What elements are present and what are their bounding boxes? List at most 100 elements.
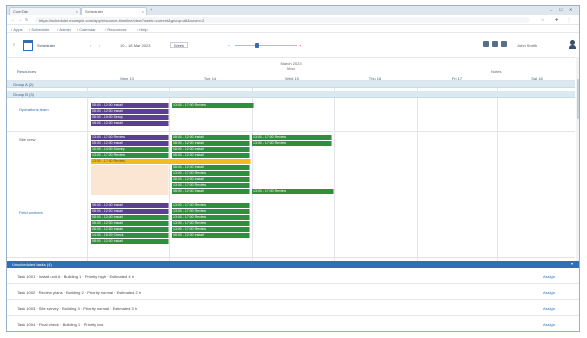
zoom-out-button[interactable]: − <box>228 43 230 48</box>
user-name[interactable]: John Smith <box>517 43 537 48</box>
event-block[interactable]: 13:00 - 17:00 Review <box>252 141 332 146</box>
browser-window: ComTab × Scheduler × + – ☐ ✕ ← → ↻ https… <box>6 5 580 332</box>
event-block[interactable]: 13:00 - 17:00 Review <box>252 189 334 194</box>
event-block[interactable]: 08:00 - 12:00 Install <box>91 103 169 108</box>
event-block[interactable]: 08:00 - 12:00 Install <box>172 141 250 146</box>
event-block[interactable]: 08:00 - 12:00 Install <box>91 109 169 114</box>
event-block[interactable]: 08:00 - 12:00 Install <box>91 203 169 208</box>
event-block[interactable]: 10:00 - 14:00 Survey <box>91 147 169 152</box>
event-block[interactable]: 08:00 - 12:00 Install <box>91 209 169 214</box>
assign-link[interactable]: Assign <box>543 322 555 327</box>
event-block[interactable]: 13:00 - 17:00 Review <box>91 153 169 158</box>
event-block[interactable]: 13:00 - 17:00 Review <box>172 203 250 208</box>
resource-label[interactable]: Site crew <box>19 137 35 142</box>
resource-label[interactable]: Operations team <box>19 107 49 112</box>
zoom-slider[interactable] <box>235 45 297 46</box>
star-icon[interactable]: ☆ <box>541 17 545 22</box>
event-block[interactable]: 08:00 - 12:00 Install <box>172 153 250 158</box>
menu-icon[interactable]: ⋮ <box>567 17 571 22</box>
assign-link[interactable]: Assign <box>543 290 555 295</box>
grid-divider <box>417 81 418 261</box>
event-block[interactable]: 08:00 - 12:00 Install <box>91 239 169 244</box>
event-block[interactable]: 13:00 - 17:00 Review <box>172 227 250 232</box>
browser-tab-first[interactable]: ComTab × <box>9 7 81 15</box>
zoom-in-button[interactable]: + <box>299 43 301 48</box>
user-avatar-icon[interactable] <box>569 40 576 49</box>
timeline-grid: Group A (2) Group B (3) Operations team … <box>7 81 575 261</box>
minimize-button[interactable]: – <box>550 7 552 12</box>
view-select[interactable]: Week <box>170 42 189 48</box>
hamburger-icon[interactable]: ≡ <box>13 42 15 47</box>
calendar-icon <box>23 40 33 51</box>
bookmark-item[interactable]: Admin <box>57 27 70 32</box>
forward-icon[interactable]: → <box>18 17 22 22</box>
group-row[interactable]: Group B (3) <box>7 91 575 98</box>
collapse-icon[interactable]: ▾ <box>571 261 573 266</box>
event-block[interactable]: 08:00 - 10:00 Setup <box>91 115 169 120</box>
event-block[interactable]: 08:00 - 12:00 Install <box>91 121 169 126</box>
list-item[interactable]: Task 1004 · Final check · Building 1 · P… <box>7 316 579 331</box>
close-tab-icon[interactable]: × <box>142 9 144 14</box>
url-field[interactable]: https://scheduler.example.com/app/resour… <box>35 17 530 23</box>
group-label: Group B (3) <box>13 92 34 97</box>
list-item[interactable]: Task 1001 · Install unit A · Building 1 … <box>7 268 579 284</box>
reload-icon[interactable]: ↻ <box>25 17 28 22</box>
close-tab-icon[interactable]: × <box>76 9 78 14</box>
unscheduled-panel-header[interactable]: Unscheduled tasks (4) ▾ <box>7 261 579 268</box>
event-block[interactable]: 08:00 - 12:00 Install <box>91 227 169 232</box>
new-tab-button[interactable]: + <box>150 7 152 12</box>
assign-link[interactable]: Assign <box>543 274 555 279</box>
event-block[interactable]: 13:00 - 17:00 Review <box>252 135 332 140</box>
prev-period-button[interactable]: ‹ <box>90 43 91 48</box>
bookmark-item[interactable]: Resources <box>105 27 126 32</box>
list-item[interactable]: Task 1003 · Site survey · Building 3 · P… <box>7 300 579 316</box>
event-block[interactable]: 13:00 - 17:00 Review <box>172 221 250 226</box>
event-block[interactable]: 08:00 - 12:00 Install <box>172 177 250 182</box>
list-item[interactable]: Task 1002 · Review plans · Building 2 · … <box>7 284 579 300</box>
print-icon[interactable] <box>483 41 489 47</box>
browser-tab-active[interactable]: Scheduler × <box>81 7 147 15</box>
maximize-button[interactable]: ☐ <box>559 7 563 12</box>
app-toolbar: ≡ Scheduler ‹ › 10 - 18 Mar 2023 Week − … <box>7 33 579 57</box>
resource-label[interactable]: Field workers <box>19 210 43 215</box>
event-block[interactable]: 13:00 - 17:00 Review <box>91 159 251 164</box>
event-block[interactable]: 13:00 - 17:00 Review <box>172 103 254 108</box>
bookmark-item[interactable]: Help <box>137 27 147 32</box>
settings-icon[interactable] <box>501 41 507 47</box>
event-block[interactable]: 08:00 - 12:00 Install <box>91 221 169 226</box>
event-block[interactable]: 08:00 - 12:00 Install <box>172 165 250 170</box>
event-block[interactable]: 08:00 - 12:00 Install <box>172 233 250 238</box>
bookmark-item[interactable]: Apps <box>11 27 22 32</box>
date-range-picker[interactable]: 10 - 18 Mar 2023 <box>120 43 150 48</box>
group-row[interactable]: Group A (2) <box>7 81 575 88</box>
zoom-slider-handle[interactable] <box>255 43 259 48</box>
tab-strip: ComTab × Scheduler × + – ☐ ✕ <box>7 6 579 15</box>
address-bar-row: ← → ↻ https://scheduler.example.com/app/… <box>7 15 579 25</box>
close-window-button[interactable]: ✕ <box>569 7 572 12</box>
event-block[interactable]: 13:00 - 17:00 Review <box>172 183 250 188</box>
back-icon[interactable]: ← <box>11 17 15 22</box>
event-block[interactable]: 13:00 - 17:00 Review <box>172 215 250 220</box>
grid-divider <box>334 81 335 261</box>
event-block[interactable]: 14:00 - 16:00 Check <box>91 233 169 238</box>
event-block[interactable]: 13:00 - 17:00 Review <box>91 135 169 140</box>
event-block[interactable]: 08:00 - 12:00 Install <box>91 215 169 220</box>
event-block[interactable]: 08:00 - 12:00 Install <box>172 147 250 152</box>
event-block[interactable]: 08:00 - 12:00 Install <box>91 141 169 146</box>
export-icon[interactable] <box>492 41 498 47</box>
event-block[interactable]: 13:00 - 17:00 Review <box>172 209 250 214</box>
vertical-scrollbar[interactable] <box>576 57 579 261</box>
bookmark-item[interactable]: Calendar <box>77 27 95 32</box>
extensions-icon[interactable]: ✚ <box>555 17 558 22</box>
browser-tab-label: Scheduler <box>85 9 104 14</box>
bookmarks-bar: Apps Scheduler Admin Calendar Resources … <box>7 25 579 33</box>
scrollbar-thumb[interactable] <box>577 79 579 119</box>
event-block[interactable]: 13:00 - 17:00 Review <box>172 171 250 176</box>
event-block[interactable]: 08:00 - 12:00 Install <box>172 189 250 194</box>
assign-link[interactable]: Assign <box>543 306 555 311</box>
bookmark-item[interactable]: Scheduler <box>29 27 49 32</box>
next-period-button[interactable]: › <box>99 43 100 48</box>
event-block[interactable]: 08:00 - 12:00 Install <box>172 135 250 140</box>
notes-column-header: Notes <box>491 69 502 74</box>
row-divider <box>7 257 575 258</box>
